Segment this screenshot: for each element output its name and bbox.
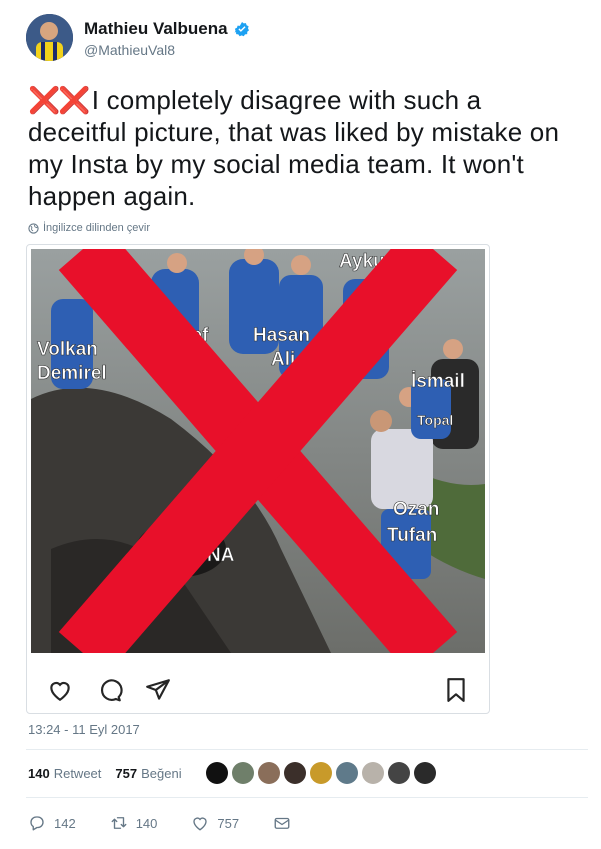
engagement-stats: 140 Retweet 757 Beğeni [28,766,182,781]
translate-link[interactable]: İngilizce dilinden çevir [28,222,150,234]
liker-avatar[interactable] [336,762,358,784]
liker-avatar[interactable] [362,762,384,784]
instagram-photo[interactable]: Aykut Volkan Demirel sef Hasan Ali İsmai… [31,249,485,653]
liker-avatar[interactable] [310,762,332,784]
retweet-count: 140 [135,815,158,831]
retweet-icon [111,817,127,829]
likes-count[interactable]: 757 [115,766,137,781]
reply-icon [30,816,44,831]
send-icon[interactable] [145,677,171,703]
bookmark-icon[interactable] [443,677,469,703]
reply-button[interactable]: 142 [28,814,76,832]
author-handle[interactable]: @MathieuVal8 [84,42,175,58]
liker-avatar[interactable] [388,762,410,784]
globe-icon [28,222,39,234]
liker-avatars [206,762,436,784]
liker-avatar[interactable] [206,762,228,784]
cross-mark-icon: ❌❌ [28,85,91,115]
tweet-body: I completely disagree with such a deceit… [28,85,560,211]
media-card[interactable]: Aykut Volkan Demirel sef Hasan Ali İsmai… [26,244,490,714]
instagram-action-bar [27,657,489,713]
liker-avatar[interactable] [232,762,254,784]
photo-label-topal: Topal [417,412,453,428]
author-name-row[interactable]: Mathieu Valbuena [84,19,250,39]
divider [26,797,588,798]
tweet-timestamp[interactable]: 13:24 - 11 Eyl 2017 [28,722,140,737]
photo-label-tufan: Tufan [387,525,437,546]
likes-label[interactable]: Beğeni [141,766,181,781]
photo-label-demirel: Demirel [37,363,107,384]
photo-label-ismail: İsmail [411,371,465,392]
verified-badge-icon [234,22,249,37]
heart-icon[interactable] [47,677,73,703]
like-count: 757 [217,815,240,831]
retweets-label[interactable]: Retweet [54,766,102,781]
avatar[interactable] [26,14,73,61]
retweets-count[interactable]: 140 [28,766,50,781]
translate-label[interactable]: İngilizce dilinden çevir [43,222,150,234]
tweet-actions: 142 140 757 [28,814,325,832]
photo-label-volkan: Volkan [37,339,98,360]
liker-avatar[interactable] [284,762,306,784]
author-display-name[interactable]: Mathieu Valbuena [84,19,228,39]
liker-avatar[interactable] [258,762,280,784]
reply-count: 142 [54,815,76,831]
tweet-text: ❌❌ I completely disagree with such a dece… [28,84,580,212]
like-button[interactable]: 757 [191,814,239,832]
avatar-image [26,14,73,61]
envelope-icon [274,817,290,829]
like-heart-icon [193,817,208,831]
photo-label-ozan: Ozan [393,499,439,520]
direct-message-button[interactable] [273,814,291,832]
comment-icon[interactable] [97,677,123,703]
retweet-button[interactable]: 140 [110,814,158,832]
divider [26,749,588,750]
photo-label-hasan: Hasan [253,325,310,346]
liker-avatar[interactable] [414,762,436,784]
